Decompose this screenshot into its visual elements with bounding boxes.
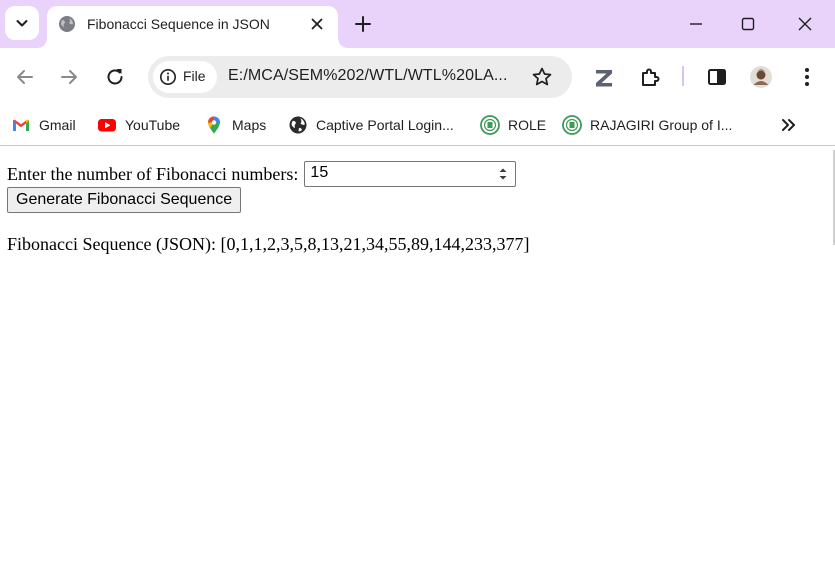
bookmark-star-icon[interactable] <box>530 65 554 89</box>
site-info-chip[interactable]: File <box>153 61 217 93</box>
info-icon <box>160 69 176 85</box>
bookmark-label: Gmail <box>39 117 76 133</box>
bookmark-youtube[interactable]: YouTube <box>97 113 180 137</box>
tab-title: Fibonacci Sequence in JSON <box>87 16 270 32</box>
address-bar[interactable]: File E:/MCA/SEM%202/WTL/WTL%20LA... <box>148 56 572 98</box>
close-tab-icon[interactable] <box>308 15 326 33</box>
bookmark-gmail[interactable]: Gmail <box>11 113 76 137</box>
toolbar-separator <box>682 66 684 86</box>
count-label: Enter the number of Fibonacci numbers: <box>7 163 299 184</box>
bookmark-captive-portal[interactable]: Captive Portal Login... <box>288 113 454 137</box>
bookmarks-bar: Gmail YouTube Maps Captive Portal Login.… <box>0 104 835 146</box>
fibonacci-count-input[interactable]: 15 <box>304 161 517 187</box>
bookmark-label: ROLE <box>508 117 547 133</box>
count-value: 15 <box>310 164 329 181</box>
close-window-icon[interactable] <box>793 12 817 36</box>
result-line: Fibonacci Sequence (JSON): [0,1,1,2,3,5,… <box>7 234 529 255</box>
minimize-icon[interactable] <box>684 12 708 36</box>
result-json: [0,1,1,2,3,5,8,13,21,34,55,89,144,233,37… <box>220 234 530 254</box>
result-label: Fibonacci Sequence (JSON): <box>7 234 216 254</box>
page-content: Enter the number of Fibonacci numbers: 1… <box>0 150 835 566</box>
active-tab[interactable]: Fibonacci Sequence in JSON <box>37 6 348 48</box>
maps-icon <box>208 116 220 134</box>
chevron-down-icon <box>16 20 28 27</box>
youtube-icon <box>98 119 116 132</box>
zotero-extension-icon[interactable] <box>592 66 616 90</box>
url-text[interactable]: E:/MCA/SEM%202/WTL/WTL%20LA... <box>228 67 508 85</box>
generate-sequence-button[interactable]: Generate Fibonacci Sequence <box>7 187 242 213</box>
tab-search-button[interactable] <box>5 6 39 40</box>
side-panel-icon[interactable] <box>705 65 729 89</box>
new-tab-icon[interactable] <box>351 12 375 36</box>
extensions-puzzle-icon[interactable] <box>638 65 662 89</box>
browser-toolbar: File E:/MCA/SEM%202/WTL/WTL%20LA... <box>0 48 835 104</box>
globe-icon <box>289 116 307 134</box>
bookmark-label: RAJAGIRI Group of I... <box>590 117 733 133</box>
forward-arrow-icon[interactable] <box>57 65 81 89</box>
gmail-icon <box>13 119 29 131</box>
tab-strip: Fibonacci Sequence in JSON <box>0 0 835 48</box>
rajagiri-logo-icon <box>480 115 500 135</box>
count-row: Enter the number of Fibonacci numbers: 1… <box>7 161 517 187</box>
maximize-icon[interactable] <box>736 12 760 36</box>
number-spinner-icon[interactable] <box>496 165 510 183</box>
reload-icon[interactable] <box>103 65 127 89</box>
back-arrow-icon[interactable] <box>13 65 37 89</box>
globe-icon <box>59 16 75 32</box>
bookmark-rajagiri[interactable]: RAJAGIRI Group of I... <box>562 113 732 137</box>
bookmark-label: Captive Portal Login... <box>316 117 454 133</box>
chevron-double-right-icon[interactable] <box>778 113 800 137</box>
bookmark-label: Maps <box>232 117 267 133</box>
rajagiri-logo-icon <box>562 115 582 135</box>
bookmark-maps[interactable]: Maps <box>204 113 266 137</box>
menu-kebab-icon[interactable] <box>795 65 819 89</box>
site-info-label: File <box>183 68 206 84</box>
profile-avatar[interactable] <box>749 65 773 89</box>
bookmark-role[interactable]: ROLE <box>480 113 546 137</box>
bookmark-label: YouTube <box>125 117 181 133</box>
